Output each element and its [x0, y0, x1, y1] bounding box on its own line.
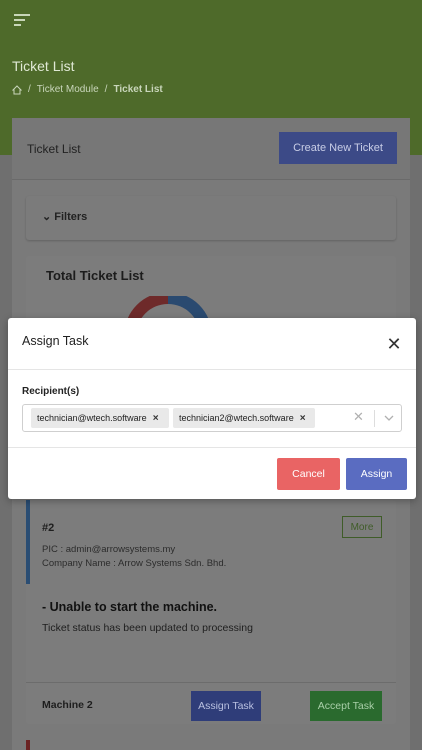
ticket-card: #2 More PIC : admin@arrowsystems.my Comp… — [26, 500, 396, 724]
recipient-tag-label: technician2@wtech.software — [179, 413, 294, 423]
ticket-status-text: Ticket status has been updated to proces… — [42, 622, 253, 634]
ticket-company: Company Name : Arrow Systems Sdn. Bhd. — [42, 558, 227, 569]
chevron-down-icon: ⌄ — [42, 211, 52, 223]
breadcrumb-ticket-list: Ticket List — [113, 84, 163, 95]
close-icon[interactable]: ✕ — [384, 334, 404, 354]
home-icon[interactable] — [12, 84, 22, 95]
modal-header: Assign Task ✕ — [8, 318, 416, 370]
card-title: Ticket List — [27, 142, 81, 156]
assign-button[interactable]: Assign — [346, 458, 407, 490]
cancel-button[interactable]: Cancel — [277, 458, 340, 490]
remove-tag-icon[interactable]: × — [153, 413, 159, 424]
ticket-number: #2 — [42, 522, 55, 534]
recipient-tag-label: technician@wtech.software — [37, 413, 147, 423]
total-ticket-panel: Total Ticket List — [26, 256, 396, 336]
filters-panel[interactable]: ⌄ Filters — [26, 196, 396, 240]
modal-footer: Cancel Assign — [8, 448, 416, 499]
machine-label: Machine 2 — [42, 699, 93, 711]
filters-toggle[interactable]: ⌄ Filters — [42, 210, 87, 223]
clear-all-icon[interactable]: ✕ — [353, 409, 364, 425]
modal-body: Recipient(s) technician@wtech.software ×… — [8, 370, 416, 448]
create-new-ticket-button[interactable]: Create New Ticket — [279, 132, 397, 164]
remove-tag-icon[interactable]: × — [300, 413, 306, 424]
ticket-footer: Machine 2 Assign Task Accept Task — [26, 682, 396, 724]
accept-task-button[interactable]: Accept Task — [310, 691, 382, 721]
ticket-issue: - Unable to start the machine. — [42, 600, 218, 614]
select-divider — [374, 410, 375, 427]
next-ticket-status-bar — [26, 740, 30, 750]
ticket-pic: PIC : admin@arrowsystems.my — [42, 544, 176, 555]
total-ticket-title: Total Ticket List — [46, 268, 144, 283]
breadcrumb-ticket-module[interactable]: Ticket Module — [37, 84, 99, 95]
recipients-select[interactable]: technician@wtech.software × technician2@… — [22, 404, 402, 432]
modal-title: Assign Task — [22, 334, 89, 348]
menu-icon[interactable] — [14, 14, 30, 26]
page-title: Ticket List — [12, 58, 75, 74]
recipient-tag: technician2@wtech.software × — [173, 408, 315, 428]
breadcrumb: / Ticket Module / Ticket List — [12, 84, 163, 95]
ticket-status-bar — [26, 500, 30, 584]
chevron-down-icon[interactable] — [382, 410, 396, 426]
filters-label: Filters — [54, 211, 88, 223]
assign-task-modal: Assign Task ✕ Recipient(s) technician@wt… — [8, 318, 416, 499]
recipient-tag: technician@wtech.software × — [31, 408, 169, 428]
assign-task-button[interactable]: Assign Task — [191, 691, 261, 721]
card-header: Ticket List Create New Ticket — [12, 118, 410, 180]
more-button[interactable]: More — [342, 516, 382, 538]
recipients-label: Recipient(s) — [22, 386, 80, 397]
